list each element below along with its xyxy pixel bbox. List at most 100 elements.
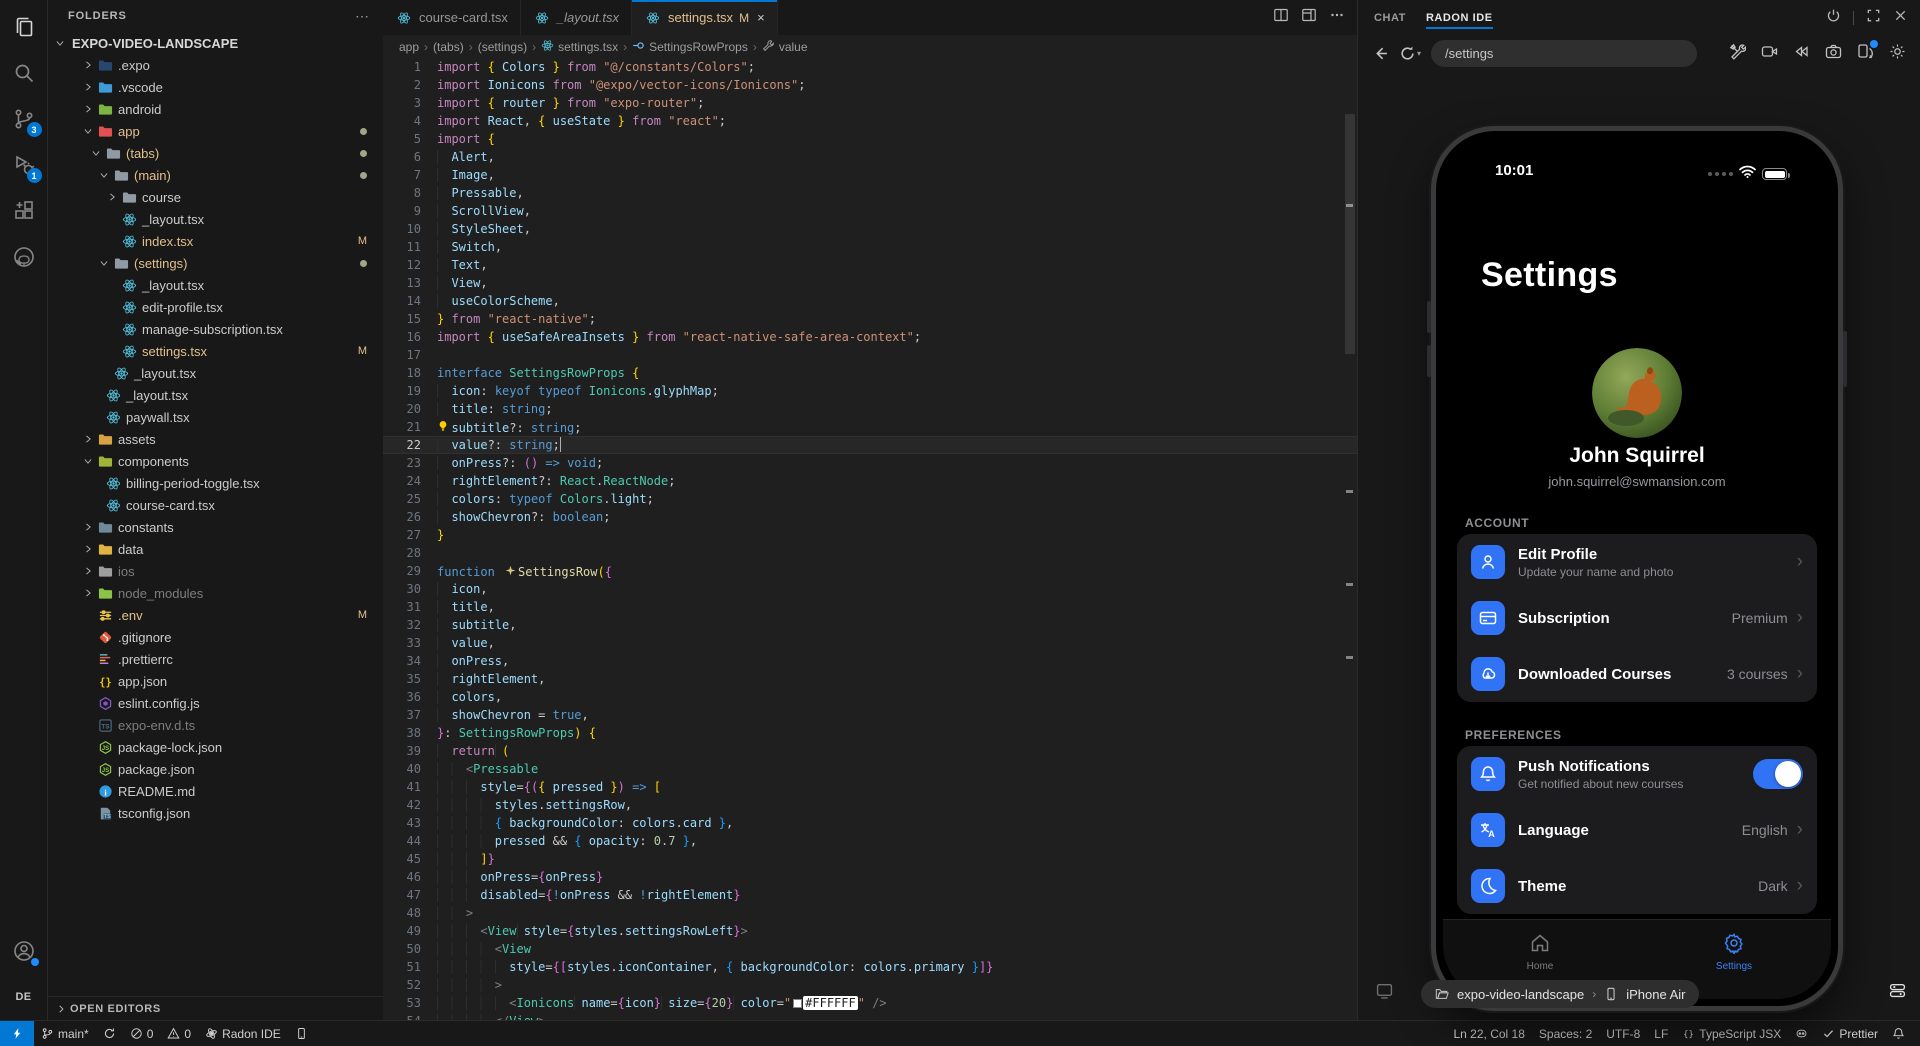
tree-item-ios[interactable]: ios (48, 560, 383, 582)
activity-item-github[interactable] (0, 234, 48, 280)
tree-item--gitignore[interactable]: .gitignore (48, 626, 383, 648)
activity-item-accounts[interactable] (0, 928, 48, 974)
tree-item-assets[interactable]: assets (48, 428, 383, 450)
tree-item--layout-tsx[interactable]: _layout.tsx (48, 384, 383, 406)
activity-item-explorer[interactable] (0, 4, 48, 50)
tree-item--prettierrc[interactable]: .prettierrc (48, 648, 383, 670)
breadcrumb-item--tabs-[interactable]: (tabs) (433, 40, 464, 54)
rewind-icon[interactable] (1793, 43, 1810, 65)
open-editors-section[interactable]: OPEN EDITORS (48, 996, 383, 1020)
tree-item-components[interactable]: components (48, 450, 383, 472)
status-eol[interactable]: LF (1647, 1021, 1675, 1046)
tree-item--expo[interactable]: .expo (48, 54, 383, 76)
settings-row-language[interactable]: ALanguageEnglish› (1457, 802, 1817, 858)
panel-tab-radon-ide[interactable]: RADON IDE (1426, 0, 1493, 35)
expand-icon[interactable] (1866, 8, 1881, 28)
tree-item--layout-tsx[interactable]: _layout.tsx (48, 208, 383, 230)
iphone-simulator[interactable]: 10:01 Settings (1431, 126, 1843, 1011)
reload-button[interactable]: ▾ (1399, 45, 1421, 62)
status-indentation[interactable]: Spaces: 2 (1532, 1021, 1599, 1046)
tree-item-course[interactable]: course (48, 186, 383, 208)
breadcrumb-item-value[interactable]: value (762, 39, 808, 55)
status-copilot[interactable] (1788, 1021, 1815, 1046)
device-settings-icon[interactable] (1889, 982, 1906, 1004)
tree-item-constants[interactable]: constants (48, 516, 383, 538)
tools-icon[interactable] (1729, 43, 1746, 65)
status-language-mode[interactable]: {}TypeScript JSX (1675, 1021, 1788, 1046)
code-editor[interactable]: 1import { Colors } from "@/constants/Col… (383, 58, 1357, 1020)
phone-screen[interactable]: 10:01 Settings (1443, 138, 1831, 999)
settings-row-theme[interactable]: ThemeDark› (1457, 858, 1817, 914)
status-encoding[interactable]: UTF-8 (1599, 1021, 1647, 1046)
avatar[interactable] (1592, 348, 1682, 438)
device-selector-bar[interactable]: expo-video-landscape › iPhone Air (1421, 980, 1699, 1008)
close-tab-icon[interactable]: × (757, 10, 765, 25)
tree-item-app[interactable]: app (48, 120, 383, 142)
tree-item-eslint-config-js[interactable]: eslint.config.js (48, 692, 383, 714)
reload-dropdown-icon[interactable]: ▾ (1417, 49, 1421, 58)
tree-item--settings-[interactable]: (settings) (48, 252, 383, 274)
status-radon-ide-status[interactable]: Radon IDE (198, 1021, 288, 1046)
tree-item-data[interactable]: data (48, 538, 383, 560)
activity-item-keyboard-layout[interactable]: DE (0, 974, 48, 1020)
close-icon[interactable] (1893, 8, 1908, 28)
camera-icon[interactable] (1825, 43, 1842, 65)
status-problems-errors[interactable]: 0 (123, 1021, 161, 1046)
tree-item-node-modules[interactable]: node_modules (48, 582, 383, 604)
status-formatter[interactable]: Prettier (1815, 1021, 1885, 1046)
tree-item-readme-md[interactable]: iREADME.md (48, 780, 383, 802)
tree-item--vscode[interactable]: .vscode (48, 76, 383, 98)
tree-item--main-[interactable]: (main) (48, 164, 383, 186)
status-remote-indicator[interactable] (0, 1021, 34, 1046)
back-button[interactable] (1372, 45, 1389, 62)
status-notifications[interactable] (1885, 1021, 1912, 1046)
lightbulb-icon[interactable] (437, 418, 451, 432)
tree-item--layout-tsx[interactable]: _layout.tsx (48, 362, 383, 384)
breadcrumb-item-settings-tsx[interactable]: settings.tsx (541, 39, 618, 55)
tree-item-paywall-tsx[interactable]: paywall.tsx (48, 406, 383, 428)
tree-item--tabs-[interactable]: (tabs) (48, 142, 383, 164)
breadcrumb-item-settingsrowprops[interactable]: SettingsRowProps (632, 39, 748, 55)
tree-item-course-card-tsx[interactable]: course-card.tsx (48, 494, 383, 516)
gear-icon[interactable] (1889, 43, 1906, 65)
status-cursor-position[interactable]: Ln 22, Col 18 (1447, 1021, 1532, 1046)
video-icon[interactable] (1761, 43, 1778, 65)
tree-item--env[interactable]: .envM (48, 604, 383, 626)
tree-item-expo-env-d-ts[interactable]: TSexpo-env.d.ts (48, 714, 383, 736)
status-radon-device[interactable] (288, 1021, 315, 1046)
tree-item-app-json[interactable]: {}app.json (48, 670, 383, 692)
tree-item-tsconfig-json[interactable]: TStsconfig.json (48, 802, 383, 824)
tab-course-card-tsx[interactable]: course-card.tsx (383, 0, 521, 35)
status-problems-warnings[interactable]: 0 (160, 1021, 198, 1046)
activity-item-extensions[interactable] (0, 188, 48, 234)
tree-item-manage-subscription-tsx[interactable]: manage-subscription.tsx (48, 318, 383, 340)
settings-row-edit-profile[interactable]: Edit ProfileUpdate your name and photo› (1457, 534, 1817, 590)
tree-item-settings-tsx[interactable]: settings.tsxM (48, 340, 383, 362)
tree-item-package-lock-json[interactable]: JSpackage-lock.json (48, 736, 383, 758)
settings-row-downloaded-courses[interactable]: Downloaded Courses3 courses› (1457, 646, 1817, 702)
folders-more-icon[interactable]: ⋯ (355, 8, 369, 25)
scrollbar-thumb[interactable] (1345, 114, 1355, 354)
project-name[interactable]: expo-video-landscape (1457, 987, 1584, 1002)
tree-item--layout-tsx[interactable]: _layout.tsx (48, 274, 383, 296)
breadcrumb-item--settings-[interactable]: (settings) (478, 40, 527, 54)
tree-item-index-tsx[interactable]: index.tsxM (48, 230, 383, 252)
panel-tab-chat[interactable]: CHAT (1374, 0, 1406, 35)
more-actions-icon[interactable] (1329, 7, 1345, 28)
settings-row-subscription[interactable]: SubscriptionPremium› (1457, 590, 1817, 646)
devices-icon[interactable] (1857, 43, 1874, 65)
status-git-sync[interactable] (96, 1021, 123, 1046)
device-name[interactable]: iPhone Air (1626, 987, 1685, 1002)
tree-item-package-json[interactable]: JSpackage.json (48, 758, 383, 780)
route-url-field[interactable]: /settings (1431, 40, 1697, 67)
tree-item-billing-period-toggle-tsx[interactable]: billing-period-toggle.tsx (48, 472, 383, 494)
split-editor-icon[interactable] (1273, 7, 1289, 28)
activity-item-search[interactable] (0, 50, 48, 96)
power-icon[interactable] (1826, 8, 1841, 28)
tab--layout-tsx[interactable]: _layout.tsx (521, 0, 632, 35)
tree-item-android[interactable]: android (48, 98, 383, 120)
tree-item-expo-video-landscape[interactable]: EXPO-VIDEO-LANDSCAPE (48, 32, 383, 54)
breadcrumb-item-app[interactable]: app (399, 40, 419, 54)
overview-ruler[interactable] (1343, 58, 1357, 1020)
push-notifications-toggle[interactable] (1753, 759, 1803, 789)
